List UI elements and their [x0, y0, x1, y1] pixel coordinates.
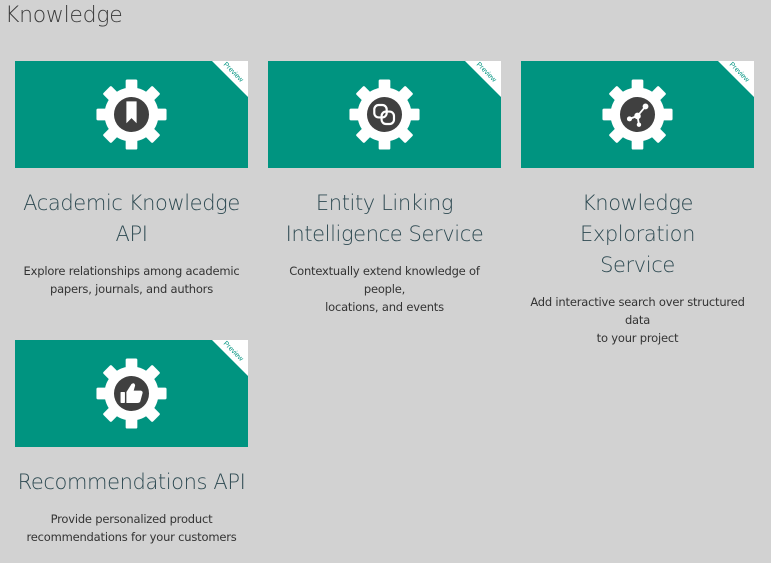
card-description: Provide personalized product recommendat…: [26, 512, 237, 544]
card-title[interactable]: Recommendations API: [15, 467, 248, 498]
gear-bookmark-icon: [96, 79, 167, 150]
card-title[interactable]: Entity Linking Intelligence Service: [268, 188, 501, 250]
card-description: Contextually extend knowledge of people,…: [289, 264, 480, 314]
gear-linked-circles-icon: [349, 79, 420, 150]
gear-nodes-icon: [602, 79, 673, 150]
card-tile[interactable]: Preview: [15, 61, 248, 168]
card-recommendations-api[interactable]: Preview Recommendations API Provide pers…: [15, 340, 248, 546]
card-academic-knowledge-api[interactable]: Preview Academic Knowledge API Explore r…: [15, 61, 248, 298]
card-title[interactable]: Academic Knowledge API: [15, 188, 248, 250]
card-knowledge-exploration-service[interactable]: Preview Knowledge Exploration Service Ad…: [521, 61, 754, 347]
card-title[interactable]: Knowledge Exploration Service: [521, 188, 754, 281]
card-entity-linking-intelligence-service[interactable]: Preview Entity Linking Intelligence Serv…: [268, 61, 501, 316]
card-tile[interactable]: Preview: [521, 61, 754, 168]
card-tile[interactable]: Preview: [15, 340, 248, 447]
gear-thumbs-up-icon: [96, 358, 167, 429]
card-description: Explore relationships among academic pap…: [23, 264, 240, 296]
card-tile[interactable]: Preview: [268, 61, 501, 168]
section-title: Knowledge: [5, 3, 123, 28]
card-description: Add interactive search over structured d…: [530, 295, 745, 345]
